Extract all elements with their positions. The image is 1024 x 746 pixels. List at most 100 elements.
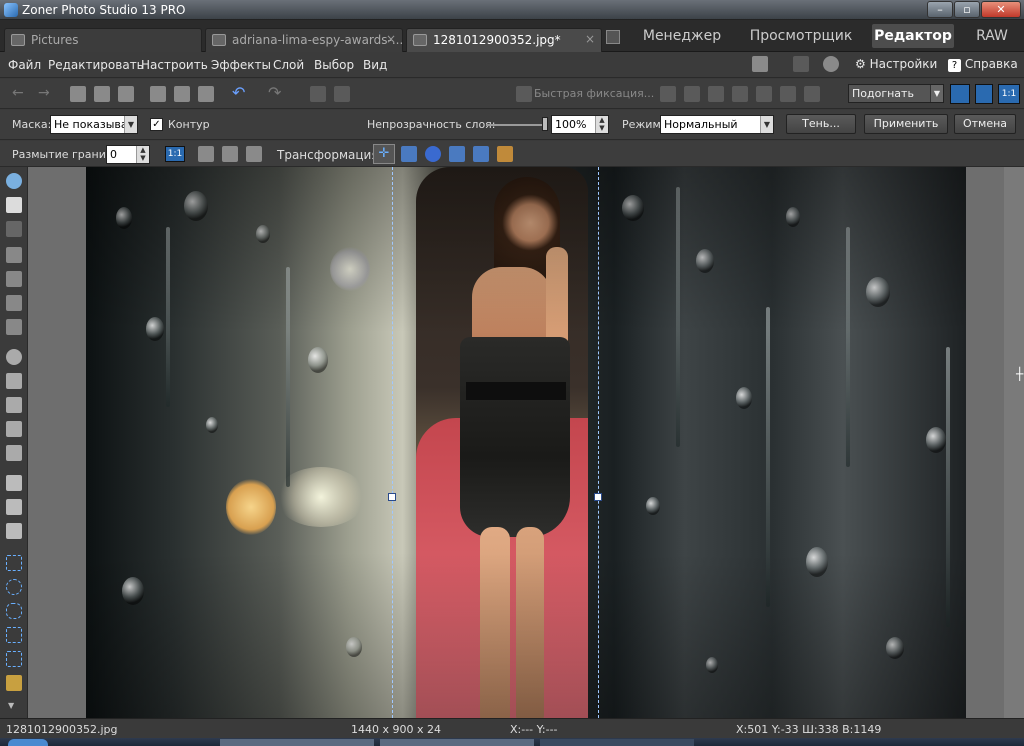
- lasso-icon[interactable]: [6, 603, 22, 619]
- perspective-icon[interactable]: [473, 146, 489, 162]
- layer-paste-icon[interactable]: [222, 146, 238, 162]
- transform-handle-left[interactable]: [388, 493, 396, 501]
- zoom-11-button[interactable]: 1:1: [165, 146, 185, 162]
- maximize-button[interactable]: ▫: [954, 1, 980, 18]
- monitor-icon[interactable]: [752, 56, 768, 72]
- taskbar-item[interactable]: [220, 739, 374, 746]
- paste-icon[interactable]: [174, 86, 190, 102]
- skew-icon[interactable]: [449, 146, 465, 162]
- fill-icon[interactable]: [6, 523, 22, 539]
- menu-effects[interactable]: Эффекты: [211, 58, 271, 72]
- save-icon[interactable]: [94, 86, 110, 102]
- paste-new-icon[interactable]: [198, 86, 214, 102]
- zoom-icon[interactable]: [6, 173, 22, 189]
- tab-current-image[interactable]: 1281012900352.jpg* ×: [406, 28, 602, 53]
- print-icon[interactable]: [118, 86, 134, 102]
- layer-stack-icon[interactable]: [246, 146, 262, 162]
- poly-lasso-icon[interactable]: [6, 627, 22, 643]
- heal-icon[interactable]: [6, 397, 22, 413]
- cancel-button[interactable]: Отмена: [954, 114, 1016, 134]
- settings-button[interactable]: ⚙ Настройки: [855, 57, 937, 71]
- menu-adjust[interactable]: Настроить: [141, 58, 208, 72]
- curve-icon[interactable]: [708, 86, 724, 102]
- blend-mode-select[interactable]: Нормальный ▼: [660, 115, 774, 134]
- tab-adriana[interactable]: adriana-lima-espy-awards-... ×: [205, 28, 403, 52]
- distort-tool-icon[interactable]: [6, 319, 22, 335]
- rect-select-icon[interactable]: [6, 555, 22, 571]
- mask-select[interactable]: Не показыват ▼: [50, 115, 138, 134]
- menu-layer[interactable]: Слой: [273, 58, 304, 72]
- straighten-icon[interactable]: [6, 247, 22, 263]
- opacity-input[interactable]: 100% ▲ ▼: [551, 115, 609, 134]
- shadow-button[interactable]: Тень...: [786, 114, 856, 134]
- redo-icon[interactable]: ↷: [268, 83, 281, 102]
- opacity-slider-handle[interactable]: [542, 117, 548, 131]
- dodge-icon[interactable]: [6, 445, 22, 461]
- ellipse-select-icon[interactable]: [6, 579, 22, 595]
- menu-file[interactable]: Файл: [8, 58, 41, 72]
- rotate-icon[interactable]: [310, 86, 326, 102]
- distort-icon[interactable]: [497, 146, 513, 162]
- scale-icon[interactable]: [401, 146, 417, 162]
- triangle-icon[interactable]: [756, 86, 772, 102]
- contour-checkbox[interactable]: ✓: [150, 118, 163, 131]
- minimize-button[interactable]: –: [927, 1, 953, 18]
- mode-viewer[interactable]: Просмотрщик: [740, 24, 862, 48]
- spinner-icon[interactable]: ▲ ▼: [136, 146, 149, 163]
- quick-fix-label[interactable]: Быстрая фиксация...: [534, 87, 654, 100]
- filter-icon[interactable]: [684, 86, 700, 102]
- tab-close-icon[interactable]: ×: [585, 32, 595, 46]
- quick-fix-icon[interactable]: [516, 86, 532, 102]
- undo-icon[interactable]: ↶: [232, 83, 245, 102]
- apply-button[interactable]: Применить: [864, 114, 948, 134]
- blur-input[interactable]: 0 ▲ ▼: [106, 145, 150, 164]
- spinner-icon[interactable]: ▲ ▼: [595, 116, 608, 133]
- frame-icon[interactable]: [6, 295, 22, 311]
- rotate-layer-icon[interactable]: [425, 146, 441, 162]
- crop-icon[interactable]: [6, 221, 22, 237]
- new-tab-icon[interactable]: [606, 30, 620, 44]
- fit-icon[interactable]: [950, 84, 970, 104]
- menu-view[interactable]: Вид: [363, 58, 387, 72]
- more-tools-icon[interactable]: ▼: [8, 701, 14, 710]
- opacity-slider-track[interactable]: [486, 124, 546, 126]
- magnetic-lasso-icon[interactable]: [6, 651, 22, 667]
- move-icon[interactable]: ✛: [373, 144, 395, 164]
- brush-icon[interactable]: [6, 475, 22, 491]
- copy-icon[interactable]: [150, 86, 166, 102]
- zoom-100-button[interactable]: 1:1: [998, 84, 1020, 104]
- red-eye-icon[interactable]: [6, 349, 22, 365]
- more-icon[interactable]: [804, 86, 820, 102]
- open-icon[interactable]: [70, 86, 86, 102]
- account-icon[interactable]: [823, 56, 839, 72]
- image-canvas[interactable]: [86, 167, 966, 718]
- forward-icon[interactable]: →: [38, 85, 50, 101]
- counter-icon[interactable]: [793, 56, 809, 72]
- magic-wand-icon[interactable]: [6, 675, 22, 691]
- zoom-mode-select[interactable]: Подогнать ▼: [848, 84, 944, 103]
- clone-icon[interactable]: [6, 373, 22, 389]
- taskbar-item[interactable]: [540, 739, 694, 746]
- help-button[interactable]: ? Справка: [948, 57, 1018, 72]
- eraser-icon[interactable]: [6, 499, 22, 515]
- mode-raw[interactable]: RAW: [964, 24, 1020, 48]
- resize-icon[interactable]: [780, 86, 796, 102]
- tab-pictures[interactable]: Pictures: [4, 28, 202, 52]
- smudge-icon[interactable]: [6, 421, 22, 437]
- start-button[interactable]: [8, 739, 48, 746]
- back-icon[interactable]: ←: [12, 85, 24, 101]
- layer-copy-icon[interactable]: [198, 146, 214, 162]
- fit-height-icon[interactable]: [975, 84, 993, 104]
- tab-close-icon[interactable]: ×: [386, 32, 396, 46]
- close-button[interactable]: ✕: [981, 1, 1021, 18]
- flip-icon[interactable]: [334, 86, 350, 102]
- levels-icon[interactable]: [660, 86, 676, 102]
- menu-select[interactable]: Выбор: [314, 58, 354, 72]
- level-icon[interactable]: [6, 271, 22, 287]
- mode-editor[interactable]: Редактор: [872, 24, 954, 48]
- taskbar-item[interactable]: [380, 739, 534, 746]
- hand-icon[interactable]: [6, 197, 22, 213]
- menu-edit[interactable]: Редактировать: [48, 58, 144, 72]
- drop-icon[interactable]: [732, 86, 748, 102]
- transform-handle-right[interactable]: [594, 493, 602, 501]
